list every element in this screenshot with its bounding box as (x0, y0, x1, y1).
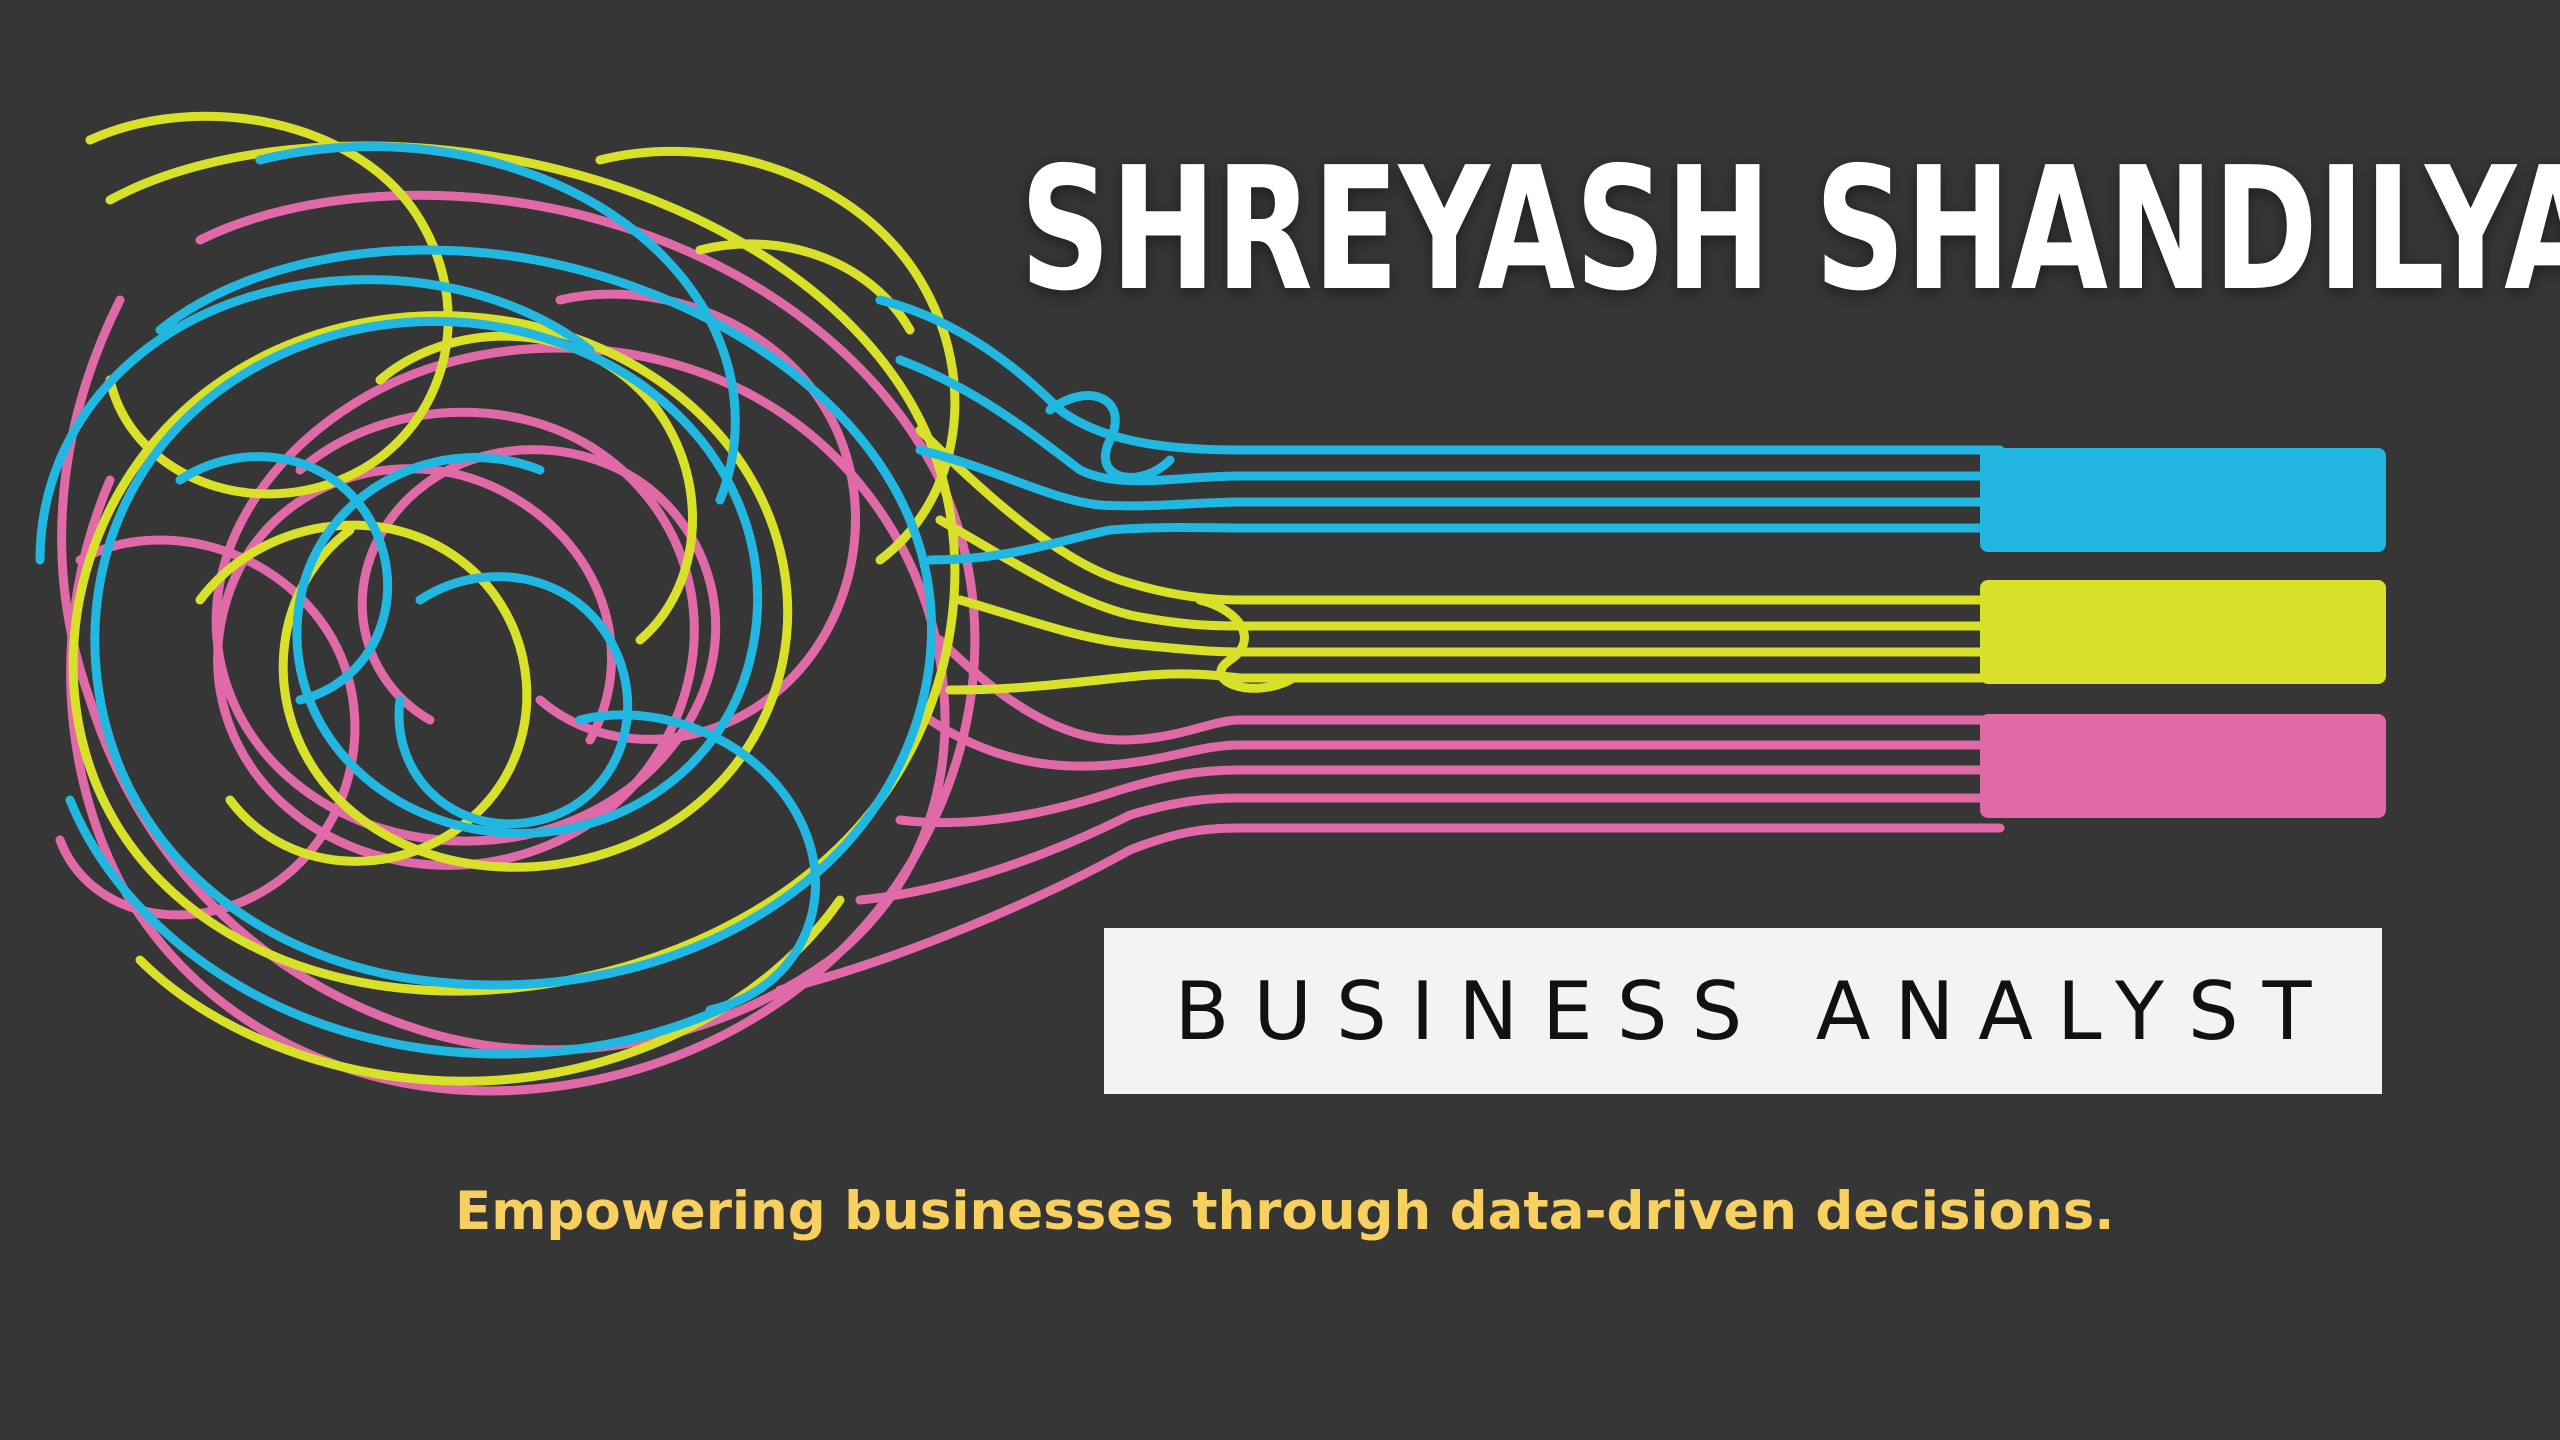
yellow-bar (1980, 580, 2386, 684)
banner-canvas: SHREYASH SHANDILYA BUSINESS ANALYST Empo… (0, 0, 2560, 1440)
cyan-bar (1980, 448, 2386, 552)
role-badge: BUSINESS ANALYST (1104, 928, 2382, 1094)
role-label: BUSINESS ANALYST (1174, 964, 2336, 1058)
tagline: Empowering businesses through data-drive… (455, 1181, 2115, 1242)
pink-bar (1980, 714, 2386, 818)
page-title: SHREYASH SHANDILYA (1020, 131, 2560, 329)
